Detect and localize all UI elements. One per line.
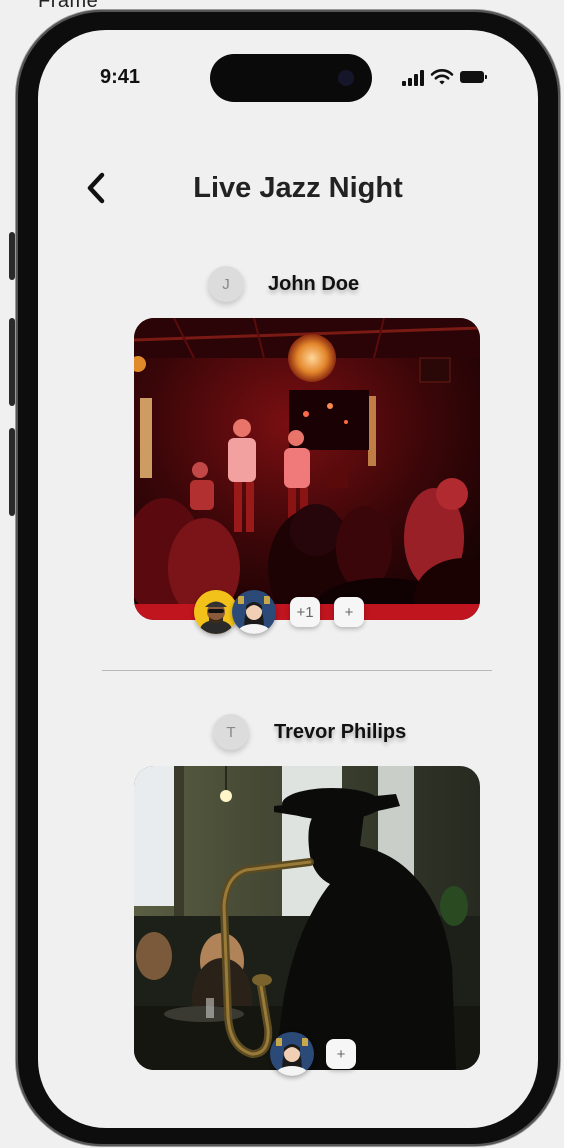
page-title: Live Jazz Night xyxy=(193,172,403,204)
author-avatar[interactable]: J xyxy=(208,266,244,302)
volume-up-button xyxy=(9,318,15,406)
reaction-row: + xyxy=(270,1032,356,1076)
post-divider xyxy=(102,670,492,671)
back-button[interactable] xyxy=(76,168,116,208)
saxophone-player-photo xyxy=(134,766,480,1070)
author-name[interactable]: John Doe xyxy=(268,273,359,296)
reaction-avatar[interactable] xyxy=(232,590,276,634)
user-avatar-icon xyxy=(232,590,276,634)
app-screen: 9:41 Live Jazz Night J John Doe +1 + T T… xyxy=(38,30,538,1128)
volume-down-button xyxy=(9,428,15,516)
add-reaction-button[interactable]: + xyxy=(334,597,364,627)
wifi-icon xyxy=(430,69,454,85)
status-icons xyxy=(402,68,502,88)
author-name[interactable]: Trevor Philips xyxy=(274,721,406,744)
user-avatar-icon xyxy=(270,1032,314,1076)
dynamic-island xyxy=(210,54,372,102)
action-button xyxy=(9,232,15,280)
post-author-header[interactable]: J John Doe xyxy=(208,266,359,302)
post-photo[interactable] xyxy=(134,318,480,620)
phone-frame: 9:41 Live Jazz Night J John Doe +1 + T T… xyxy=(16,10,560,1146)
chevron-left-icon xyxy=(87,172,105,204)
more-reactions-count[interactable]: +1 xyxy=(290,597,320,627)
reaction-row: +1 + xyxy=(194,590,364,634)
status-time: 9:41 xyxy=(100,66,141,88)
battery-icon xyxy=(460,71,487,83)
author-avatar[interactable]: T xyxy=(213,714,249,750)
post-photo[interactable] xyxy=(134,766,480,1070)
band-on-stage-photo xyxy=(134,318,480,620)
camera-icon xyxy=(338,70,354,86)
reaction-avatar[interactable] xyxy=(270,1032,314,1076)
cellular-signal-icon xyxy=(402,70,424,86)
add-reaction-button[interactable]: + xyxy=(326,1039,356,1069)
post-author-header[interactable]: T Trevor Philips xyxy=(213,714,406,750)
